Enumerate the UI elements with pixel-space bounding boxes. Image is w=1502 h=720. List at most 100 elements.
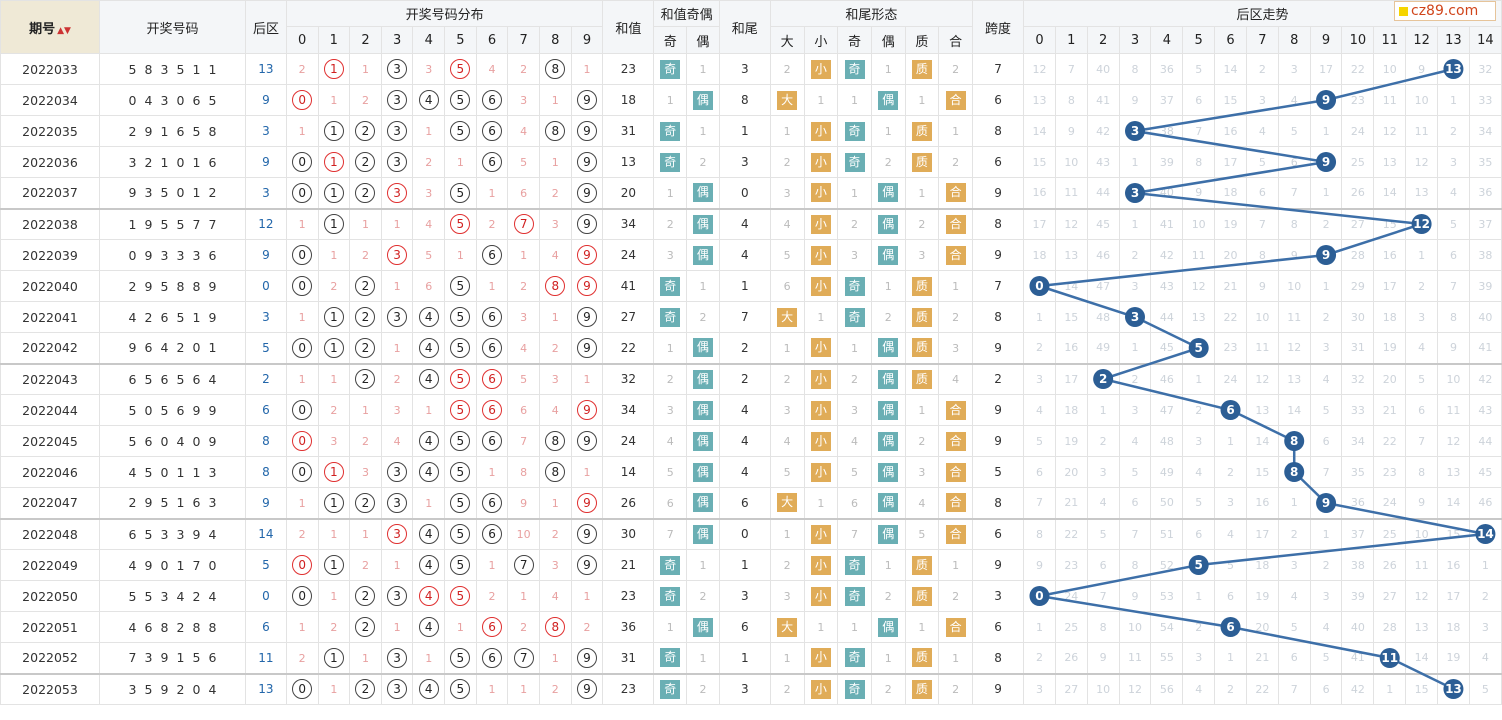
trend-cell: 22 (1245, 672, 1279, 705)
miss-count: 1 (551, 496, 559, 510)
composite-cell: 1 (938, 115, 973, 147)
number-ball: 3 (387, 586, 408, 606)
dist-cell: 5 (444, 177, 477, 209)
number-ball: 5 (450, 492, 471, 513)
big-cell: 1 (769, 517, 805, 550)
tail-even-col-header: 偶 (870, 26, 906, 54)
dist-cell: 9 (570, 672, 604, 705)
table-row[interactable]: 2022034 0 4 3 0 6 5 9 0 1 2 3 4 5 6 3 1 9 18 1 偶 8 大 1 1 偶 1 合 6 13 8 4… (0, 84, 1502, 116)
span-cell: 6 (971, 517, 1025, 550)
trend-cell: 1 (1214, 425, 1247, 457)
dist-cell: 1 (317, 517, 351, 550)
table-row[interactable]: 2022049 4 9 0 1 7 0 5 0 1 2 1 4 5 1 7 3 9 21 奇 1 1 2 小奇 1 质 1 9 9 23 6… (0, 549, 1502, 581)
dist-cell: 1 (317, 456, 351, 488)
miss-count: 4 (425, 218, 433, 232)
trend-cell: 7 (1182, 115, 1216, 147)
table-row[interactable]: 2022039 0 9 3 3 3 6 9 0 1 2 3 5 1 6 1 4 9 24 3 偶 4 5 小 3 偶 3 合 9 18 13… (0, 239, 1502, 271)
dist-cell: 6 (475, 487, 509, 519)
issue-header[interactable]: 期号 ▲▼ (0, 0, 101, 54)
prime-cell: 质 (904, 301, 940, 333)
table-row[interactable]: 2022036 3 2 1 0 1 6 9 0 1 2 3 2 1 6 5 1 9 13 奇 2 3 2 小奇 2 质 2 6 15 10… (0, 146, 1502, 178)
even-tag: 偶 (878, 214, 899, 234)
dist-cell: 4 (507, 332, 540, 364)
even-tag: 偶 (692, 462, 713, 482)
draw-numbers-cell: 295163 (99, 487, 247, 519)
trend-cell: 15 (1437, 517, 1470, 550)
site-logo[interactable]: cz89.com (1394, 1, 1496, 21)
dist-cell: 6 (475, 362, 509, 395)
prime-tag: 质 (911, 338, 932, 358)
table-row[interactable]: 2022050 5 5 3 4 2 4 0 0 1 2 3 4 5 2 1 4 1 23 奇 2 3 3 小奇 2 质 2 3 24 7 9… (0, 580, 1502, 612)
miss-count: 1 (884, 651, 892, 665)
table-row[interactable]: 2022046 4 5 0 1 1 3 8 0 1 3 3 4 5 1 8 8 1 14 5 偶 4 5 小 5 偶 3 合 5 6 20 3… (0, 456, 1502, 488)
sum-tail-cell: 7 (718, 301, 771, 333)
table-row[interactable]: 2022044 5 0 5 6 9 9 6 0 2 1 3 1 5 6 6 4 9 34 3 偶 4 3 小 3 偶 1 合 9 4 18 1… (0, 394, 1502, 426)
miss-count: 3 (520, 311, 528, 324)
table-row[interactable]: 2022041 4 2 6 5 1 9 3 1 1 2 3 4 5 6 3 1 9 27 奇 2 7 大 1 奇 2 质 2 8 1 15 4… (0, 301, 1502, 333)
dist-cell: 4 (538, 394, 572, 426)
trend-cell: 11 (1054, 177, 1088, 209)
tail-odd-cell: 奇 (837, 146, 872, 178)
trend-cell: 38 (1341, 549, 1375, 581)
composite-tag: 合 (945, 524, 966, 544)
table-row[interactable]: 2022035 2 9 1 6 5 8 3 1 1 2 3 1 5 6 4 8 9 31 奇 1 1 1 小奇 1 质 1 8 14 9 4… (0, 115, 1502, 147)
sort-icon[interactable]: ▲▼ (57, 26, 71, 36)
number-ball: 4 (418, 90, 439, 110)
miss-count: 2 (330, 404, 338, 417)
trend-col-4: 4 (1150, 26, 1184, 54)
trend-cell: 32 (1468, 53, 1502, 85)
table-row[interactable]: 2022042 9 6 4 2 0 1 5 0 1 2 1 4 5 6 4 2 9 22 1 偶 2 1 小 1 偶质 3 9 2 16 4… (0, 332, 1502, 364)
trend-cell: 44 (1468, 425, 1502, 457)
trend-cell: 33 (1341, 394, 1375, 426)
draw-number: 6 (208, 650, 217, 666)
dist-cell: 4 (412, 672, 446, 705)
table-row[interactable]: 2022043 6 5 6 5 6 4 2 1 1 2 2 4 5 6 5 3 1 32 2 偶 2 2 小 2 偶质 4 2 3 17 2… (0, 362, 1502, 395)
miss-count: 2 (884, 683, 892, 697)
table-row[interactable]: 2022037 9 3 5 0 1 2 3 0 1 2 3 3 5 1 6 2 9 20 1 偶 0 3 小 1 偶 1 合 9 16 11… (0, 177, 1502, 209)
miss-count: 1 (851, 186, 859, 200)
even-tag: 偶 (878, 493, 899, 513)
dist-cell: 8 (538, 425, 572, 457)
table-row[interactable]: 2022048 6 5 3 3 9 4 14 2 1 1 3 4 5 6 10 2 9 30 7 偶 0 1 小 7 偶 5 合 6 8 2… (0, 517, 1502, 550)
table-row[interactable]: 2022053 3 5 9 2 0 4 13 0 1 2 3 4 5 1 1 2 9 23 奇 2 3 2 小奇 2 质 2 9 3 27… (0, 672, 1502, 705)
dist-cell: 1 (317, 146, 351, 178)
trend-cell: 17 (1214, 146, 1247, 178)
table-row[interactable]: 2022051 4 6 8 2 8 8 6 1 2 2 1 4 1 6 2 8 2 36 1 偶 6 大 1 1 偶 1 合 6 1 25 8… (0, 611, 1502, 643)
number-ball: 6 (482, 524, 503, 545)
trend-cell: 34 (1468, 115, 1502, 147)
draw-numbers-cell: 553424 (99, 580, 247, 612)
composite-tag: 合 (945, 245, 966, 265)
table-row[interactable]: 2022040 2 9 5 8 8 9 0 0 2 2 1 6 5 1 2 8 9 41 奇 1 1 6 小奇 1 质 1 7 14 47… (0, 270, 1502, 302)
span-cell: 5 (971, 456, 1025, 488)
table-row[interactable]: 2022052 7 3 9 1 5 6 11 2 1 1 3 1 5 6 7 1 9 31 奇 1 1 1 小奇 1 质 1 8 2 26… (0, 642, 1502, 674)
odd-tag: 奇 (844, 648, 865, 668)
trend-cell: 1 (1182, 362, 1216, 395)
miss-count: 3 (361, 466, 369, 479)
prime-cell: 质 (904, 362, 940, 395)
trend-cell: 23 (1373, 456, 1407, 488)
dist-cell: 1 (570, 456, 604, 488)
table-row[interactable]: 2022033 5 8 3 5 1 1 13 2 1 1 3 3 5 4 2 8 1 23 奇 1 3 2 小奇 1 质 2 7 12 7… (0, 53, 1502, 85)
dist-cell: 1 (317, 332, 351, 364)
trend-cell: 11 (1182, 239, 1216, 271)
table-row[interactable]: 2022045 5 6 0 4 0 9 8 0 3 2 4 4 5 6 7 8 9 24 4 偶 4 4 小 4 偶 2 合 9 5 19 2… (0, 425, 1502, 457)
small-cell: 小 (803, 53, 839, 85)
sum-even-cell: 2 (686, 580, 720, 612)
dist-cell: 5 (444, 270, 477, 302)
draw-number: 0 (160, 433, 169, 449)
miss-count: 1 (583, 63, 591, 76)
dist-cell: 2 (349, 487, 382, 519)
table-row[interactable]: 2022038 1 9 5 5 7 7 12 1 1 1 1 4 5 2 7 3 9 34 2 偶 4 4 小 2 偶 2 合 8 17 1… (0, 207, 1502, 240)
table-row[interactable]: 2022047 2 9 5 1 6 3 9 1 1 2 3 1 5 6 9 1 9 26 6 偶 6 大 1 6 偶 4 合 8 7 21 4… (0, 487, 1502, 519)
small-tag: 小 (810, 183, 831, 203)
miss-count: 2 (393, 373, 401, 387)
sum-tail-cell: 3 (718, 53, 771, 85)
trend-cell: 42 (1150, 239, 1184, 271)
trend-cell: 8 (1437, 301, 1470, 333)
trend-col-5: 5 (1182, 26, 1216, 54)
trend-cell: 12 (1118, 672, 1152, 705)
dist-cell: 1 (317, 53, 351, 85)
miss-count: 6 (666, 496, 674, 510)
draw-number: 0 (144, 402, 153, 418)
dist-cell: 3 (380, 301, 414, 333)
